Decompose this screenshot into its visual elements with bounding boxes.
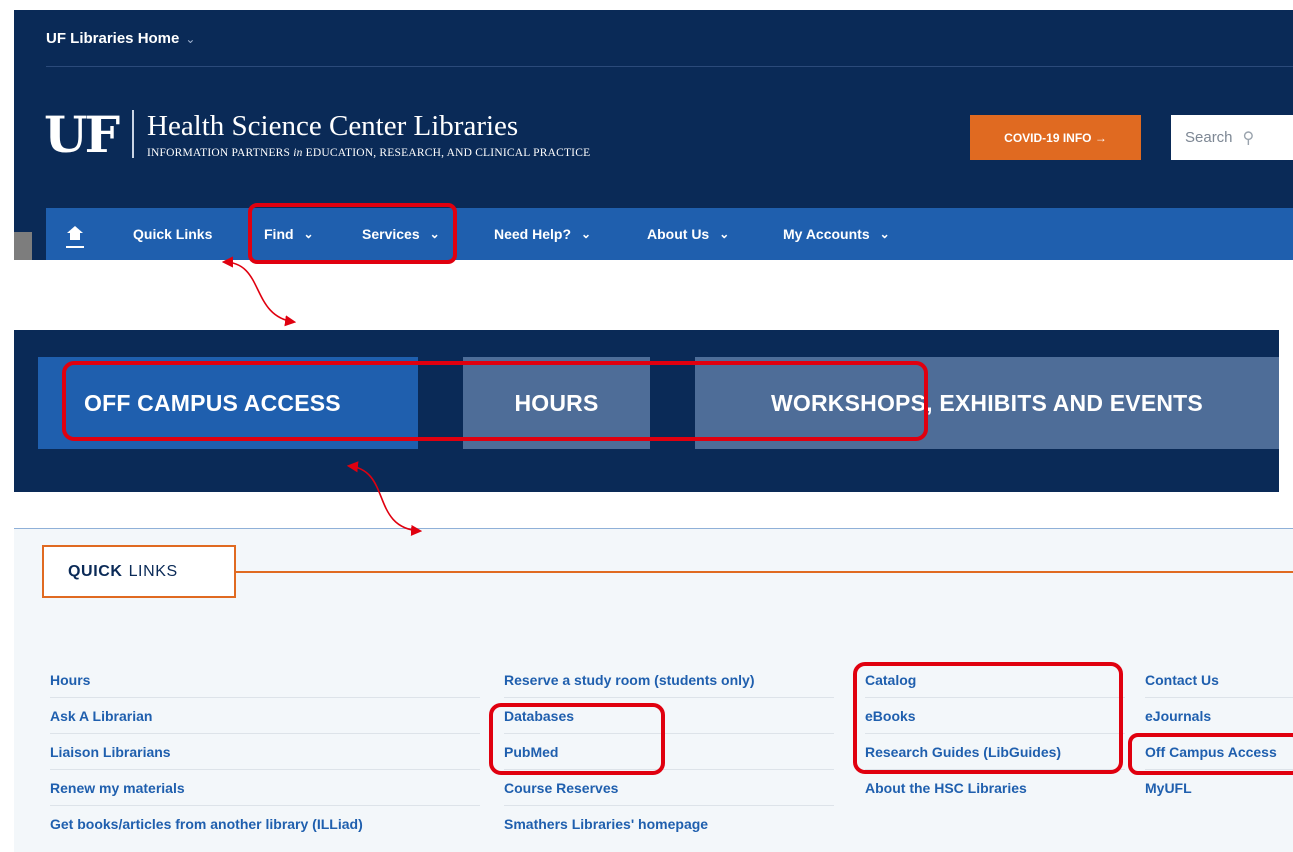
quick-link-contact-us[interactable]: Contact Us — [1145, 662, 1293, 698]
quick-link-myufl[interactable]: MyUFL — [1145, 770, 1293, 806]
off-campus-access-button[interactable]: OFF CAMPUS ACCESS — [38, 357, 418, 449]
main-navigation: Quick Links Find ⌄ Services ⌄ Need Help? ⌄ … — [46, 208, 1293, 260]
header-divider — [46, 66, 1293, 67]
screenshot-border — [0, 0, 1293, 10]
quick-link-off-campus-access[interactable]: Off Campus Access — [1145, 734, 1293, 770]
uf-libraries-home-label: UF Libraries Home — [46, 30, 180, 47]
nav-label: Services — [362, 226, 420, 242]
quick-links-heading: QUICK LINKS — [42, 545, 236, 598]
uf-libraries-home-link[interactable]: UF Libraries Home ⌄ — [46, 10, 195, 67]
nav-services[interactable]: Services ⌄ — [362, 208, 440, 260]
covid-info-button[interactable]: COVID-19 INFO → — [970, 115, 1141, 160]
quick-link-hours[interactable]: Hours — [50, 662, 480, 698]
quick-link-liaison-librarians[interactable]: Liaison Librarians — [50, 734, 480, 770]
quick-link-ebooks[interactable]: eBooks — [865, 698, 1125, 734]
screenshot-border — [0, 0, 14, 851]
annotation-arrow-nav — [221, 256, 297, 327]
tagline-part: INFORMATION PARTNERS — [147, 147, 294, 159]
quick-link-about-hsc-libraries[interactable]: About the HSC Libraries — [865, 770, 1125, 806]
quick-link-smathers-homepage[interactable]: Smathers Libraries' homepage — [504, 806, 834, 842]
nav-my-accounts[interactable]: My Accounts ⌄ — [783, 208, 890, 260]
search-input[interactable]: Search ⚲ — [1171, 115, 1293, 160]
quick-link-catalog[interactable]: Catalog — [865, 662, 1125, 698]
nav-find[interactable]: Find ⌄ — [264, 208, 314, 260]
logo-divider — [132, 110, 134, 158]
site-tagline: INFORMATION PARTNERS in EDUCATION, RESEA… — [147, 147, 590, 159]
nav-label: About Us — [647, 226, 710, 242]
chevron-down-icon: ⌄ — [185, 31, 196, 46]
uf-logo[interactable]: UF — [44, 105, 134, 165]
quick-links-column-1: Hours Ask A Librarian Liaison Librarians… — [50, 662, 480, 842]
workshops-exhibits-events-button[interactable]: WORKSHOPS, EXHIBITS AND EVENTS — [695, 357, 1279, 449]
quick-links-column-3: Catalog eBooks Research Guides (LibGuide… — [865, 662, 1125, 806]
feature-buttons-panel: OFF CAMPUS ACCESS HOURS WORKSHOPS, EXHIB… — [14, 330, 1279, 492]
home-icon[interactable] — [67, 226, 83, 242]
home-active-underline — [66, 246, 84, 248]
site-header: UF Libraries Home ⌄ UF Health Science Ce… — [14, 10, 1293, 260]
header-image-strip — [14, 232, 32, 260]
nav-quick-links[interactable]: Quick Links — [133, 208, 212, 260]
quick-link-databases[interactable]: Databases — [504, 698, 834, 734]
nav-label: My Accounts — [783, 226, 870, 242]
nav-label: Need Help? — [494, 226, 572, 242]
quick-link-pubmed[interactable]: PubMed — [504, 734, 834, 770]
search-placeholder: Search — [1185, 129, 1233, 146]
quick-links-column-2: Reserve a study room (students only) Dat… — [504, 662, 834, 842]
quick-links-panel: QUICK LINKS Hours Ask A Librarian Liaison… — [14, 528, 1293, 852]
quick-link-reserve-study-room[interactable]: Reserve a study room (students only) — [504, 662, 834, 698]
screenshot-frame: UF Libraries Home ⌄ UF Health Science Ce… — [0, 0, 1293, 852]
quick-links-column-4: Contact Us eJournals Off Campus Access M… — [1145, 662, 1293, 806]
chevron-down-icon: ⌄ — [581, 227, 592, 241]
quick-link-renew-materials[interactable]: Renew my materials — [50, 770, 480, 806]
nav-about-us[interactable]: About Us ⌄ — [647, 208, 729, 260]
chevron-down-icon: ⌄ — [429, 227, 440, 241]
hours-button[interactable]: HOURS — [463, 357, 650, 449]
chevron-down-icon: ⌄ — [719, 227, 730, 241]
heading-rule — [236, 571, 1293, 573]
search-icon[interactable]: ⚲ — [1243, 128, 1255, 148]
quick-link-research-guides[interactable]: Research Guides (LibGuides) — [865, 734, 1125, 770]
nav-need-help[interactable]: Need Help? ⌄ — [494, 208, 591, 260]
heading-bold: QUICK — [68, 562, 123, 580]
quick-link-illiad[interactable]: Get books/articles from another library … — [50, 806, 480, 842]
heading-rest: LINKS — [128, 562, 178, 580]
tagline-em: in — [293, 147, 303, 159]
quick-link-ejournals[interactable]: eJournals — [1145, 698, 1293, 734]
chevron-down-icon: ⌄ — [303, 227, 314, 241]
chevron-down-icon: ⌄ — [879, 227, 890, 241]
tagline-part: EDUCATION, RESEARCH, AND CLINICAL PRACTI… — [302, 147, 591, 159]
nav-label: Find — [264, 226, 294, 242]
quick-link-course-reserves[interactable]: Course Reserves — [504, 770, 834, 806]
quick-link-ask-a-librarian[interactable]: Ask A Librarian — [50, 698, 480, 734]
nav-label: Quick Links — [133, 226, 213, 242]
site-title[interactable]: Health Science Center Libraries — [147, 110, 518, 142]
